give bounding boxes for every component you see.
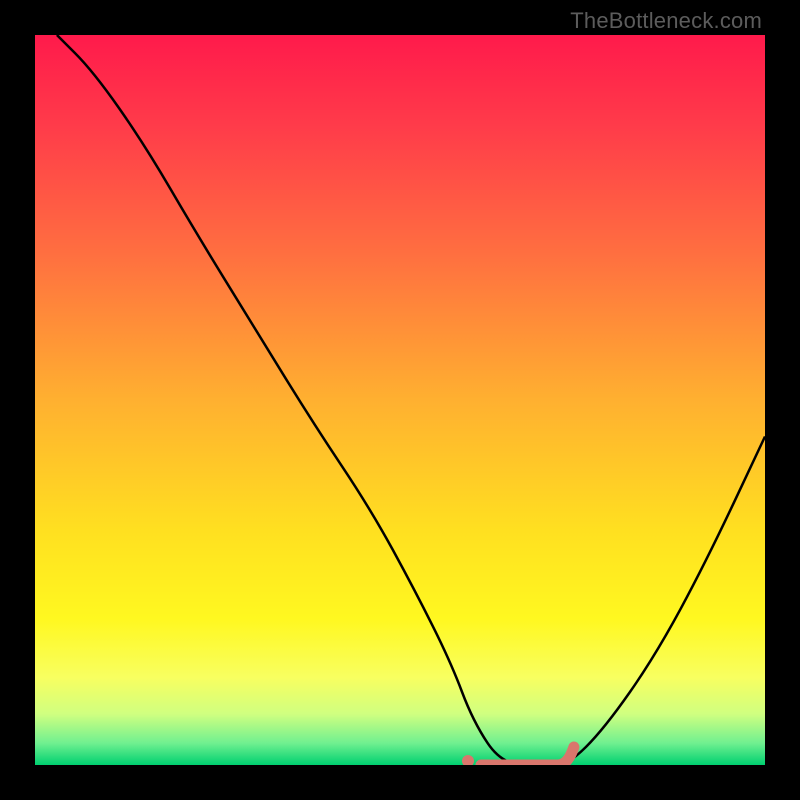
chart-frame: TheBottleneck.com	[0, 0, 800, 800]
bottleneck-curve	[35, 35, 765, 765]
optimal-range-marker	[462, 747, 574, 765]
watermark-text: TheBottleneck.com	[570, 8, 762, 34]
plot-area	[35, 35, 765, 765]
